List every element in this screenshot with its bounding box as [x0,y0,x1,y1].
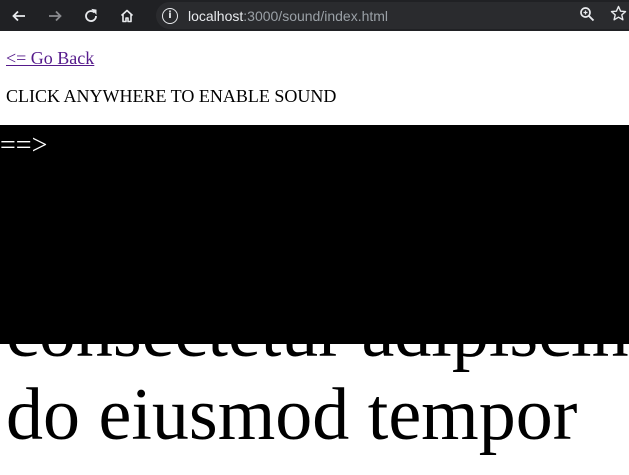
zoom-icon[interactable] [579,6,595,22]
info-icon[interactable]: i [162,7,178,24]
back-button[interactable] [6,3,32,29]
arrow-right-icon [49,10,62,21]
forward-button[interactable] [42,3,68,29]
go-back-link[interactable]: <= Go Back [6,48,94,69]
url-text[interactable]: localhost:3000/sound/index.html [188,8,388,24]
reload-button[interactable] [78,3,104,29]
bookmark-star-icon[interactable] [610,5,627,22]
url-path: :3000/sound/index.html [243,7,389,24]
address-bar[interactable]: i localhost:3000/sound/index.html [156,2,629,29]
enable-sound-instruction: CLICK ANYWHERE TO ENABLE SOUND [6,86,337,106]
black-overlay-box[interactable] [0,125,629,344]
arrow-left-icon [12,10,25,21]
browser-toolbar: i localhost:3000/sound/index.html [0,0,629,31]
arrow-text: ==> [0,130,48,161]
lorem-text-line-2: do eiusmod tempor [6,374,578,456]
home-button[interactable] [114,3,140,29]
reload-icon [85,8,97,22]
page-content[interactable]: <= Go Back CLICK ANYWHERE TO ENABLE SOUN… [0,38,629,475]
url-host: localhost [188,7,244,24]
home-icon [120,9,134,22]
